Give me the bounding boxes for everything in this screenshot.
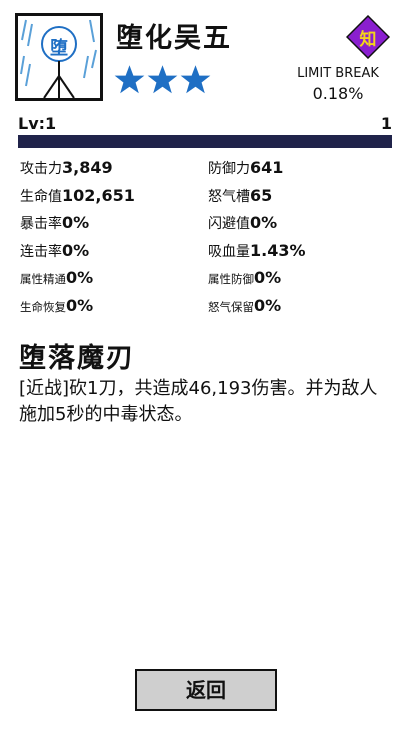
stat-label: 连击率	[20, 243, 62, 260]
stat-label: 属性防御	[208, 272, 254, 286]
stat-element-defense: 属性防御0%	[208, 268, 281, 287]
hero-portrait: 堕	[15, 13, 103, 101]
portrait-character: 堕	[50, 38, 68, 59]
star-icon	[114, 65, 145, 94]
stat-attack: 攻击力3,849	[20, 158, 113, 178]
stat-value: 0%	[66, 268, 94, 287]
stat-value: 0%	[254, 295, 282, 315]
stat-element-mastery: 属性精通0%	[20, 268, 93, 287]
stat-value: 0%	[62, 240, 90, 260]
stat-crit: 暴击率0%	[20, 213, 89, 233]
stat-label: 生命值	[20, 188, 62, 205]
stat-value: 0%	[254, 268, 282, 287]
skill-name: 堕落魔刃	[19, 343, 135, 374]
stat-value: 0%	[250, 213, 278, 232]
skill-description: [近战]砍1刀，共造成46,193伤害。并为敌人施加5秒的中毒状态。	[19, 378, 378, 425]
level-number: 1	[380, 114, 392, 133]
stats-panel: 攻击力3,849 防御力641 生命值102,651 怒气槽65 暴击率0% 闪…	[18, 158, 398, 323]
stat-lifesteal: 吸血量1.43%	[208, 241, 306, 261]
stat-combo: 连击率0%	[20, 241, 89, 261]
star-icon	[180, 65, 211, 94]
stat-value: 65	[250, 185, 273, 205]
stat-label: 暴击率	[20, 216, 62, 232]
limit-break-value: 0.18%	[312, 84, 364, 103]
stat-defense: 防御力641	[208, 158, 283, 178]
stat-label: 攻击力	[20, 161, 62, 177]
limit-break-label: LIMIT BREAK	[297, 66, 379, 81]
stat-label: 吸血量	[208, 243, 250, 260]
star-icon	[147, 65, 178, 94]
stat-label: 怒气槽	[208, 188, 250, 205]
stat-value: 1.43%	[250, 240, 306, 260]
stat-value: 0%	[62, 213, 90, 232]
stat-rage-retain: 怒气保留0%	[208, 296, 281, 315]
stat-value: 641	[250, 158, 284, 177]
stat-regen: 生命恢复0%	[20, 296, 93, 315]
stat-label: 防御力	[208, 161, 250, 177]
stat-rage: 怒气槽65	[208, 186, 272, 206]
stat-label: 生命恢复	[20, 299, 66, 314]
stat-row: 攻击力3,849 防御力641	[18, 158, 398, 186]
hero-name: 堕化吴五	[116, 23, 232, 54]
stat-row: 属性精通0% 属性防御0%	[18, 268, 398, 296]
stat-row: 暴击率0% 闪避值0%	[18, 213, 398, 241]
stat-value: 0%	[66, 295, 94, 315]
back-button[interactable]: 返回	[135, 669, 277, 711]
stat-row: 生命值102,651 怒气槽65	[18, 186, 398, 214]
stat-label: 怒气保留	[208, 299, 254, 314]
star-rating	[114, 64, 211, 95]
level-row: Lv:1 1	[18, 114, 392, 134]
stat-health: 生命值102,651	[20, 186, 135, 206]
level-label: Lv:1	[18, 114, 57, 133]
stat-row: 连击率0% 吸血量1.43%	[18, 241, 398, 269]
class-badge: 知	[346, 15, 390, 59]
stat-value: 3,849	[62, 158, 113, 177]
stat-value: 102,651	[62, 185, 135, 205]
stat-dodge: 闪避值0%	[208, 213, 277, 233]
level-progress-bar	[18, 135, 392, 148]
class-badge-label: 知	[359, 30, 377, 50]
stat-label: 属性精通	[20, 272, 66, 286]
stat-row: 生命恢复0% 怒气保留0%	[18, 296, 398, 324]
stat-label: 闪避值	[208, 216, 250, 232]
